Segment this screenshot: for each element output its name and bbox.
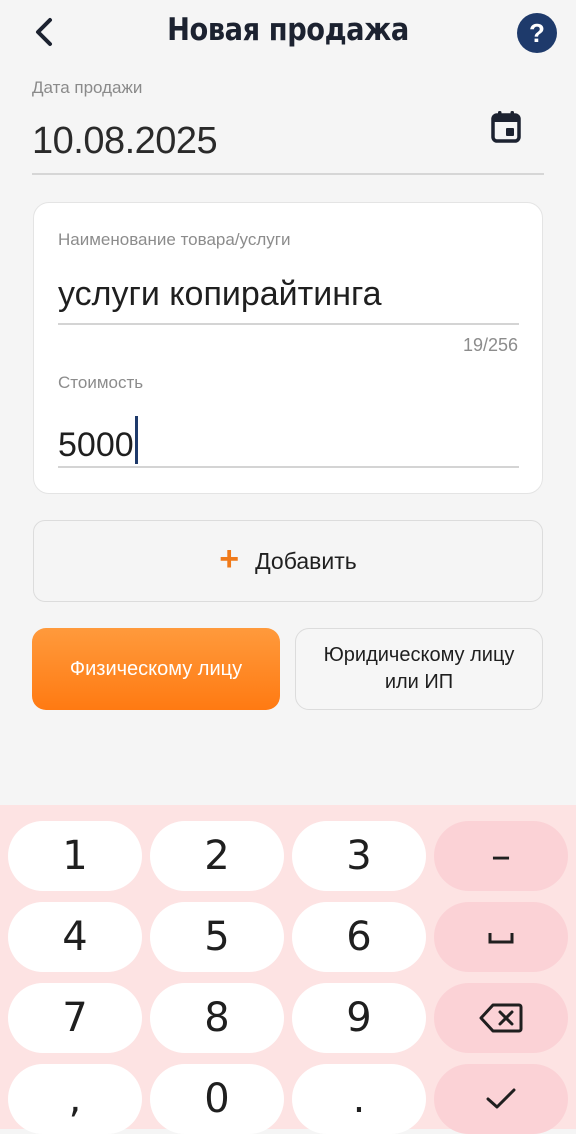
key-comma[interactable]: , <box>8 1064 142 1134</box>
space-icon <box>488 933 514 944</box>
item-card: Наименование товара/услуги услуги копира… <box>33 202 543 494</box>
key-4[interactable]: 4 <box>8 902 142 972</box>
key-done[interactable] <box>434 1064 568 1134</box>
price-underline <box>58 466 519 468</box>
key-period[interactable]: . <box>292 1064 426 1134</box>
product-name-underline <box>58 323 519 325</box>
add-item-button[interactable]: + Добавить <box>33 520 543 602</box>
question-icon: ? <box>529 17 545 48</box>
key-1[interactable]: 1 <box>8 821 142 891</box>
backspace-icon <box>479 1003 523 1033</box>
help-button[interactable]: ? <box>517 13 557 53</box>
key-3[interactable]: 3 <box>292 821 426 891</box>
calendar-icon[interactable] <box>490 110 522 144</box>
product-name-label: Наименование товара/услуги <box>58 230 291 249</box>
add-item-label: Добавить <box>255 547 357 574</box>
page-title: Новая продажа <box>167 12 409 48</box>
product-name-input[interactable]: услуги копирайтинга <box>58 275 518 314</box>
text-cursor <box>134 416 138 464</box>
key-8[interactable]: 8 <box>150 983 284 1053</box>
key-6[interactable]: 6 <box>292 902 426 972</box>
price-input[interactable]: 5000 <box>58 416 518 465</box>
key-7[interactable]: 7 <box>8 983 142 1053</box>
legal-entity-button[interactable]: Юридическому лицу или ИП <box>295 628 543 710</box>
key-0[interactable]: 0 <box>150 1064 284 1134</box>
key-2[interactable]: 2 <box>150 821 284 891</box>
price-label: Стоимость <box>58 373 144 392</box>
date-label: Дата продажи <box>32 78 143 97</box>
key-5[interactable]: 5 <box>150 902 284 972</box>
numeric-keyboard: 1 2 3 – 4 5 6 7 8 9 , 0 . <box>0 805 576 1134</box>
header: Новая продажа ? <box>0 0 576 66</box>
key-backspace[interactable] <box>434 983 568 1053</box>
individual-buyer-button[interactable]: Физическому лицу <box>32 628 280 710</box>
key-9[interactable]: 9 <box>292 983 426 1053</box>
date-underline <box>32 173 544 175</box>
price-value: 5000 <box>58 426 134 464</box>
date-field[interactable]: 10.08.2025 <box>32 120 218 163</box>
plus-icon: + <box>219 540 240 578</box>
key-minus[interactable]: – <box>434 821 568 891</box>
char-counter: 19/256 <box>462 335 518 355</box>
checkmark-icon <box>486 1088 516 1109</box>
key-space[interactable] <box>434 902 568 972</box>
